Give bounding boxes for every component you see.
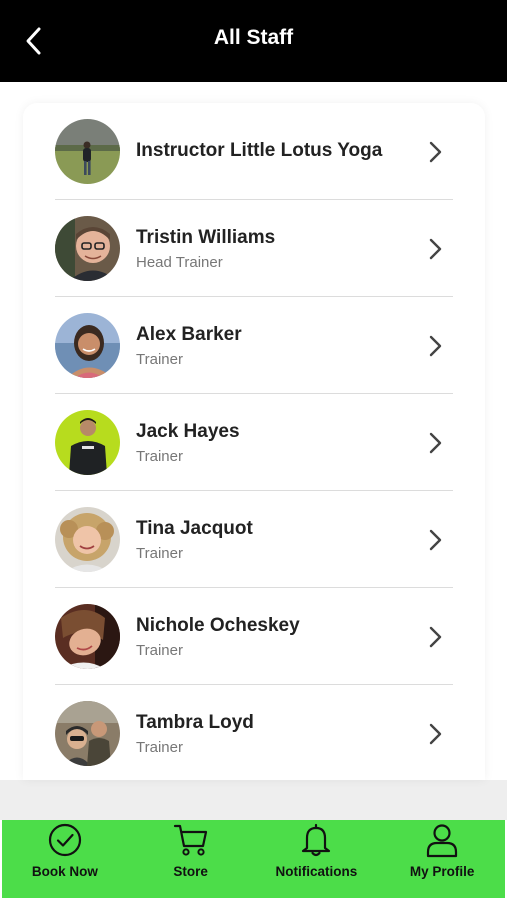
tab-book-now[interactable]: Book Now [2,820,128,898]
chevron-right-icon [429,626,442,648]
staff-name: Instructor Little Lotus Yoga [136,140,383,161]
tab-label: Notifications [275,864,358,879]
chevron-left-icon [26,27,41,55]
bottom-tab-bar: Book Now Store Notifications My Profile [2,820,505,898]
avatar [55,507,120,572]
tab-label: Book Now [31,864,98,879]
staff-role: Trainer [136,545,183,562]
staff-name: Alex Barker [136,324,242,345]
staff-row-tina-jacquot[interactable]: Tina Jacquot Trainer [23,491,485,588]
chevron-right-icon [429,238,442,260]
staff-row-jack-hayes[interactable]: Jack Hayes Trainer [23,394,485,491]
avatar-woman-beach-icon [55,313,120,378]
staff-row-alex-barker[interactable]: Alex Barker Trainer [23,297,485,394]
staff-row-tambra-loyd[interactable]: Tambra Loyd Trainer [23,685,485,780]
avatar-man-glasses-icon [55,216,120,281]
staff-role: Head Trainer [136,254,223,271]
tab-store[interactable]: Store [128,820,254,898]
staff-name: Tambra Loyd [136,712,254,733]
avatar [55,313,120,378]
chevron-right-icon [429,432,442,454]
staff-role: Trainer [136,448,183,465]
staff-list-card: Instructor Little Lotus Yoga Tristin Wil… [23,103,485,780]
chevron-right-icon [429,723,442,745]
avatar [55,119,120,184]
staff-name: Tina Jacquot [136,518,253,539]
staff-row-tristin-williams[interactable]: Tristin Williams Head Trainer [23,200,485,297]
staff-row-instructor-little-lotus-yoga[interactable]: Instructor Little Lotus Yoga [23,103,485,200]
chevron-right-icon [429,529,442,551]
staff-role: Trainer [136,351,183,368]
avatar [55,410,120,475]
staff-role: Trainer [136,739,183,756]
avatar-person-field-icon [55,119,120,184]
app-header: All Staff [0,0,507,82]
chevron-right-icon [429,141,442,163]
staff-name: Tristin Williams [136,227,276,248]
avatar-group-outdoor-icon [55,701,120,766]
avatar [55,604,120,669]
staff-row-nichole-ocheskey[interactable]: Nichole Ocheskey Trainer [23,588,485,685]
staff-name: Jack Hayes [136,421,240,442]
page-title: All Staff [213,26,294,49]
avatar-woman-selfie-icon [55,604,120,669]
bell-icon [302,823,331,857]
shopping-cart-icon [173,824,207,856]
avatar-woman-curly-icon [55,507,120,572]
tab-label: My Profile [409,864,475,879]
avatar-man-lime-icon [55,410,120,475]
tab-label: Store [173,864,208,879]
chevron-right-icon [429,335,442,357]
user-icon [427,824,458,858]
tab-my-profile[interactable]: My Profile [379,820,505,898]
staff-role: Trainer [136,642,183,659]
tab-notifications[interactable]: Notifications [254,820,380,898]
check-circle-icon [48,823,81,857]
avatar [55,216,120,281]
back-button[interactable] [18,22,48,60]
content-footer-band [0,780,507,820]
avatar [55,701,120,766]
staff-name: Nichole Ocheskey [136,615,300,636]
